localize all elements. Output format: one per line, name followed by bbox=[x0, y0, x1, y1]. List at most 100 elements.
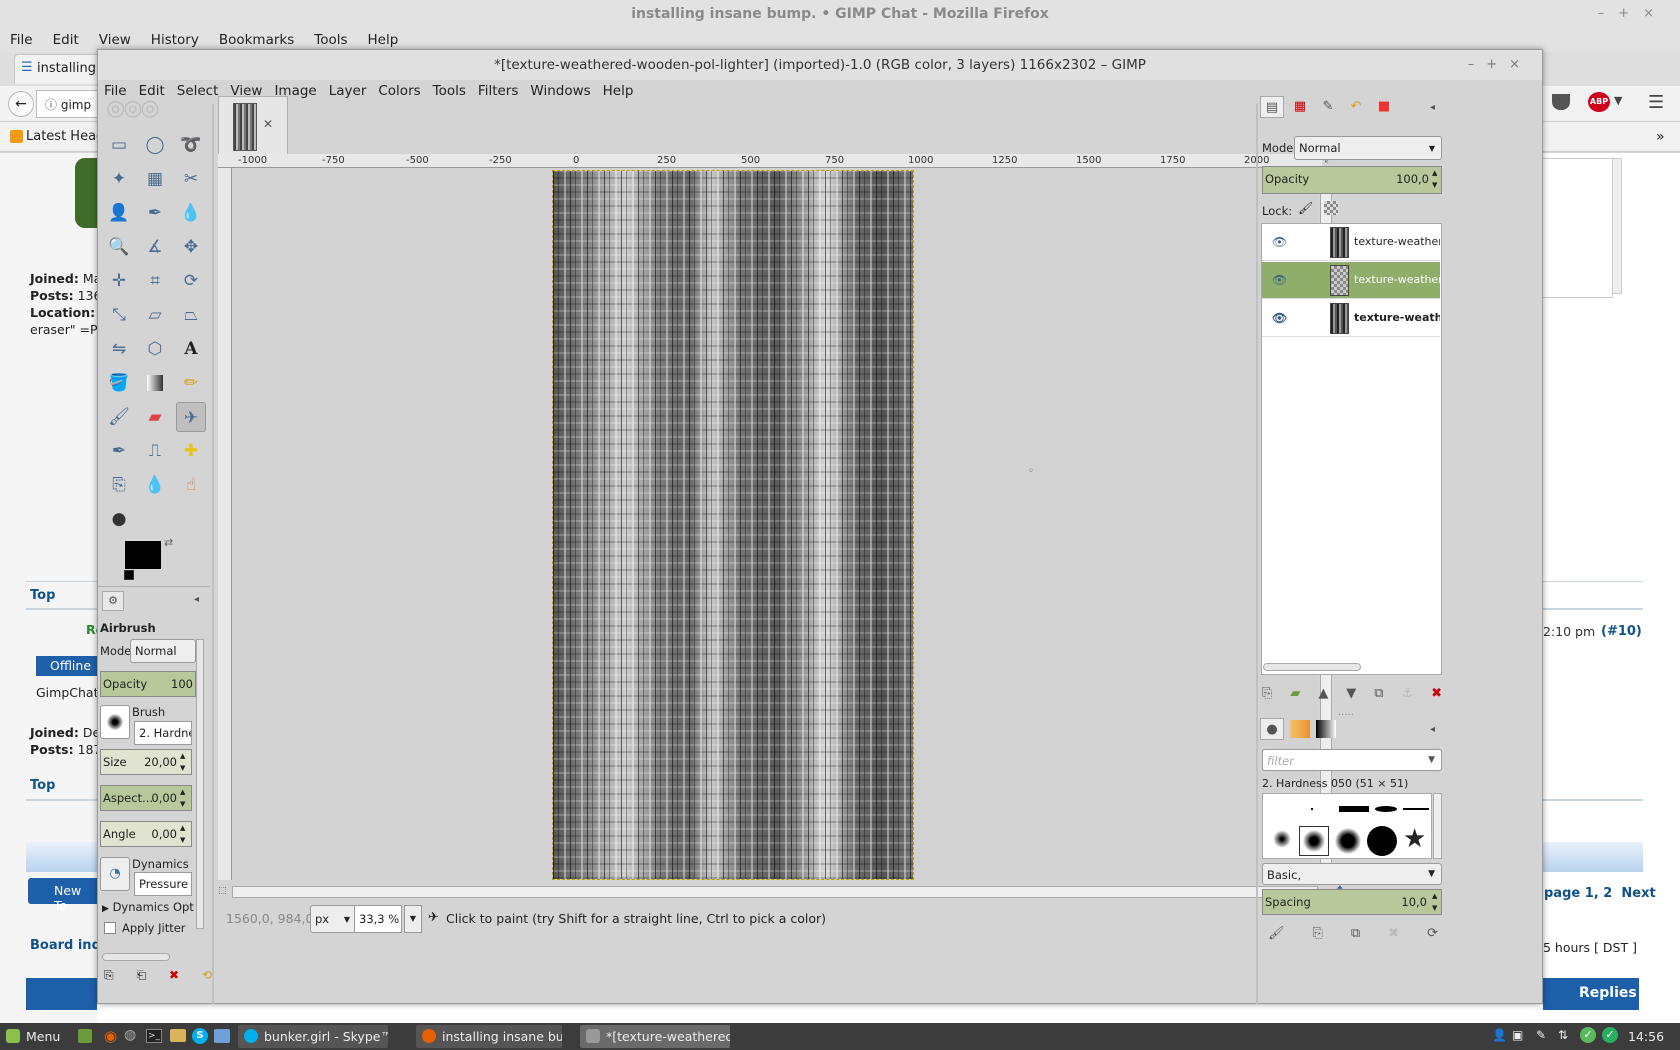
opacity-value[interactable]: 100 bbox=[171, 677, 193, 691]
text-icon[interactable]: A bbox=[176, 334, 206, 364]
brushes-tab-icon[interactable]: ● bbox=[1260, 718, 1284, 740]
spacing-value[interactable]: 10,0 bbox=[1401, 895, 1427, 909]
terminal-launcher-icon[interactable]: >_ bbox=[146, 1029, 162, 1043]
zoom-icon[interactable]: 🔍 bbox=[104, 232, 134, 262]
zoom-field[interactable]: 33,3 % bbox=[354, 905, 402, 933]
visibility-eye-icon[interactable]: 👁 bbox=[1272, 312, 1287, 324]
content-scrollbar[interactable] bbox=[1612, 158, 1622, 294]
duplicate-brush-icon[interactable]: ⧉ bbox=[1351, 926, 1360, 941]
pocket-icon[interactable] bbox=[1552, 94, 1570, 110]
zoom-dropdown-icon[interactable]: ▼ bbox=[404, 905, 422, 933]
ff-menu-edit[interactable]: Edit bbox=[43, 28, 89, 52]
channels-tab-icon[interactable]: ▦ bbox=[1288, 96, 1312, 118]
visibility-eye-icon[interactable]: 👁 bbox=[1272, 236, 1287, 248]
brush-filter-input[interactable]: filter bbox=[1267, 754, 1294, 768]
gradients-tab-icon[interactable] bbox=[1316, 720, 1336, 738]
blur-icon[interactable]: 💧 bbox=[140, 470, 170, 500]
delete-brush-icon[interactable]: ✖ bbox=[1388, 926, 1399, 941]
visibility-eye-icon[interactable]: 👁 bbox=[1272, 274, 1287, 286]
task-firefox[interactable]: installing insane bu... bbox=[416, 1025, 562, 1048]
horizontal-scrollbar[interactable] bbox=[232, 886, 1318, 898]
dock-menu-icon[interactable]: ◂ bbox=[1430, 724, 1435, 735]
preset-dropdown-icon[interactable]: ▼ bbox=[1428, 869, 1435, 879]
default-colors-icon[interactable] bbox=[124, 570, 134, 580]
dock-separator[interactable] bbox=[212, 104, 214, 1004]
layer-row-selected[interactable]: 👁 texture-weathered bbox=[1262, 262, 1440, 299]
g-menu-help[interactable]: Help bbox=[597, 80, 640, 104]
layer-mode-dropdown-icon[interactable]: ▼ bbox=[1429, 144, 1435, 153]
shield-tray-icon[interactable]: ✓ bbox=[1602, 1027, 1618, 1043]
swap-colors-icon[interactable]: ⇄ bbox=[164, 536, 173, 549]
tool-options-tab-icon[interactable]: ⚙ bbox=[102, 591, 124, 611]
dynamics-options-expander[interactable]: Dynamics Option bbox=[113, 900, 194, 914]
g-menu-windows[interactable]: Windows bbox=[524, 80, 596, 104]
anchor-layer-icon[interactable]: ⚓ bbox=[1401, 686, 1413, 701]
free-select-icon[interactable]: ➰ bbox=[176, 130, 206, 160]
smudge-icon[interactable]: ☝ bbox=[176, 470, 206, 500]
rotate-icon[interactable]: ⟳ bbox=[176, 266, 206, 296]
tab-menu-icon[interactable]: ◂ bbox=[194, 594, 199, 605]
delete-options-icon[interactable]: ✖ bbox=[169, 968, 179, 983]
save-options-icon[interactable]: ⎘ bbox=[104, 968, 114, 983]
new-brush-icon[interactable]: ⎘ bbox=[1313, 926, 1323, 941]
angle-spinner-icon[interactable]: ▲ ▼ bbox=[180, 822, 185, 846]
aspect-value[interactable]: 0,00 bbox=[151, 791, 177, 805]
crop-icon[interactable]: ⌗ bbox=[140, 266, 170, 296]
network-tray-icon[interactable]: ⇅ bbox=[1558, 1028, 1568, 1042]
brush-preset-select[interactable]: Basic, bbox=[1267, 868, 1301, 882]
chevron-down-icon[interactable]: ▼ bbox=[1614, 94, 1622, 107]
layer-row[interactable]: 👁 texture-weathere bbox=[1262, 300, 1440, 337]
dynamics-field[interactable]: Pressure O bbox=[134, 872, 192, 896]
delete-layer-icon[interactable]: ✖ bbox=[1431, 686, 1442, 701]
bookmark-latest-headlines[interactable]: Latest Headl bbox=[26, 129, 108, 144]
brush-swatch[interactable] bbox=[1403, 808, 1429, 810]
select-by-color-icon[interactable]: ▦ bbox=[140, 164, 170, 194]
post-number-link[interactable]: (#10) bbox=[1601, 624, 1642, 639]
paint-mode-select[interactable]: Normal bbox=[130, 639, 196, 663]
new-topic-button[interactable]: New To bbox=[28, 878, 97, 913]
layer-mode-select[interactable]: Normal bbox=[1299, 141, 1341, 155]
scissors-icon[interactable]: ✂ bbox=[176, 164, 206, 194]
layer-opacity-value[interactable]: 100,0 bbox=[1396, 172, 1429, 186]
brush-name-field[interactable]: 2. Hardnes bbox=[134, 721, 192, 745]
pencil-icon[interactable]: ✏ bbox=[176, 368, 206, 398]
spacing-spinner-icon[interactable]: ▲ ▼ bbox=[1432, 890, 1437, 914]
ff-menu-file[interactable]: File bbox=[0, 28, 43, 52]
top-link[interactable]: Top bbox=[30, 778, 55, 793]
brush-swatch[interactable] bbox=[1367, 826, 1397, 856]
tool-options-hscroll[interactable] bbox=[102, 953, 170, 961]
perspective-icon[interactable]: ⏢ bbox=[176, 300, 206, 330]
flip-icon[interactable]: ⇋ bbox=[104, 334, 134, 364]
scale-icon[interactable]: ⤡ bbox=[104, 300, 134, 330]
task-gimp[interactable]: *[texture-weathered... bbox=[580, 1025, 730, 1048]
gimp-launcher-icon[interactable]: ◍ bbox=[124, 1027, 136, 1043]
files-launcher-icon[interactable] bbox=[170, 1029, 186, 1042]
g-menu-tools[interactable]: Tools bbox=[427, 80, 472, 104]
paintbrush-icon[interactable]: 🖌 bbox=[104, 402, 134, 432]
align-icon[interactable]: ✛ bbox=[104, 266, 134, 296]
close-image-icon[interactable]: ✕ bbox=[263, 117, 273, 131]
perspective-clone-icon[interactable]: ⎘ bbox=[104, 470, 134, 500]
cage-transform-icon[interactable]: ⬡ bbox=[140, 334, 170, 364]
brush-swatch[interactable] bbox=[1375, 806, 1397, 812]
shear-icon[interactable]: ▱ bbox=[140, 300, 170, 330]
brush-swatch[interactable] bbox=[1273, 830, 1291, 848]
g-menu-layer[interactable]: Layer bbox=[323, 80, 373, 104]
restore-options-icon[interactable]: ⎗ bbox=[136, 968, 146, 983]
tool-options-scrollbar[interactable] bbox=[196, 639, 204, 929]
url-bar[interactable]: ⓘ gimp bbox=[36, 90, 100, 118]
apply-jitter-checkbox[interactable] bbox=[104, 922, 116, 934]
layer-row[interactable]: 👁 texture-weathered bbox=[1262, 224, 1440, 261]
brush-preview[interactable] bbox=[100, 705, 130, 739]
adblock-icon[interactable]: ABP bbox=[1588, 92, 1610, 112]
expand-triangle-icon[interactable]: ▶ bbox=[102, 904, 109, 914]
brush-swatch-selected[interactable] bbox=[1299, 826, 1329, 856]
unit-dropdown-icon[interactable]: ▼ bbox=[344, 915, 350, 924]
show-desktop-icon[interactable] bbox=[78, 1029, 92, 1043]
firefox-tab[interactable]: ☰ installing bbox=[14, 54, 110, 84]
firefox-launcher-icon[interactable]: ◉ bbox=[104, 1027, 117, 1045]
firefox-window-controls[interactable]: –+× bbox=[1598, 0, 1668, 28]
image-tab[interactable]: ✕ bbox=[218, 96, 288, 154]
new-group-icon[interactable]: ▰ bbox=[1290, 686, 1300, 701]
g-menu-colors[interactable]: Colors bbox=[372, 80, 426, 104]
